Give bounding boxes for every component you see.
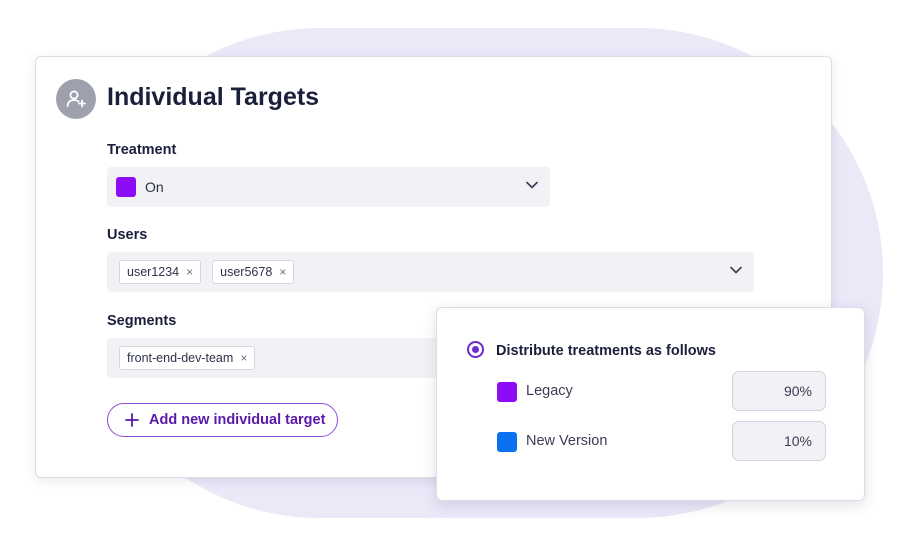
add-individual-target-button[interactable]: Add new individual target [107,403,338,437]
plus-icon [125,413,139,427]
remove-tag-icon[interactable]: × [186,265,193,279]
new-version-percent-input[interactable]: 10% [732,421,826,461]
page-title: Individual Targets [107,83,320,111]
remove-tag-icon[interactable]: × [240,351,247,365]
treatment-color-swatch [116,177,136,197]
segment-tag: front-end-dev-team × [119,346,256,370]
distribute-radio[interactable] [467,341,484,358]
treatment-label: Treatment [107,142,177,158]
segments-label: Segments [107,313,177,329]
users-label: Users [107,227,148,243]
legacy-color-swatch [497,382,517,402]
treatment-value: On [145,179,164,195]
chevron-down-icon [526,181,538,189]
user-plus-icon [56,79,96,119]
add-target-label: Add new individual target [149,412,326,428]
distribution-title: Distribute treatments as follows [496,343,716,359]
chevron-down-icon [730,266,742,274]
radio-selected-dot [472,346,479,353]
legacy-percent-input[interactable]: 90% [732,371,826,411]
new-version-color-swatch [497,432,517,452]
segments-multiselect[interactable]: front-end-dev-team × [107,338,447,378]
treatment-select[interactable]: On [107,167,550,207]
user-tag: user1234 × [119,260,202,284]
distribution-panel: Distribute treatments as follows Legacy … [436,307,865,501]
remove-tag-icon[interactable]: × [279,265,286,279]
treatment-name-new-version: New Version [526,433,608,449]
users-multiselect[interactable]: user1234 × user5678 × [107,252,754,292]
user-tag: user5678 × [212,260,295,284]
treatment-name-legacy: Legacy [526,383,573,399]
